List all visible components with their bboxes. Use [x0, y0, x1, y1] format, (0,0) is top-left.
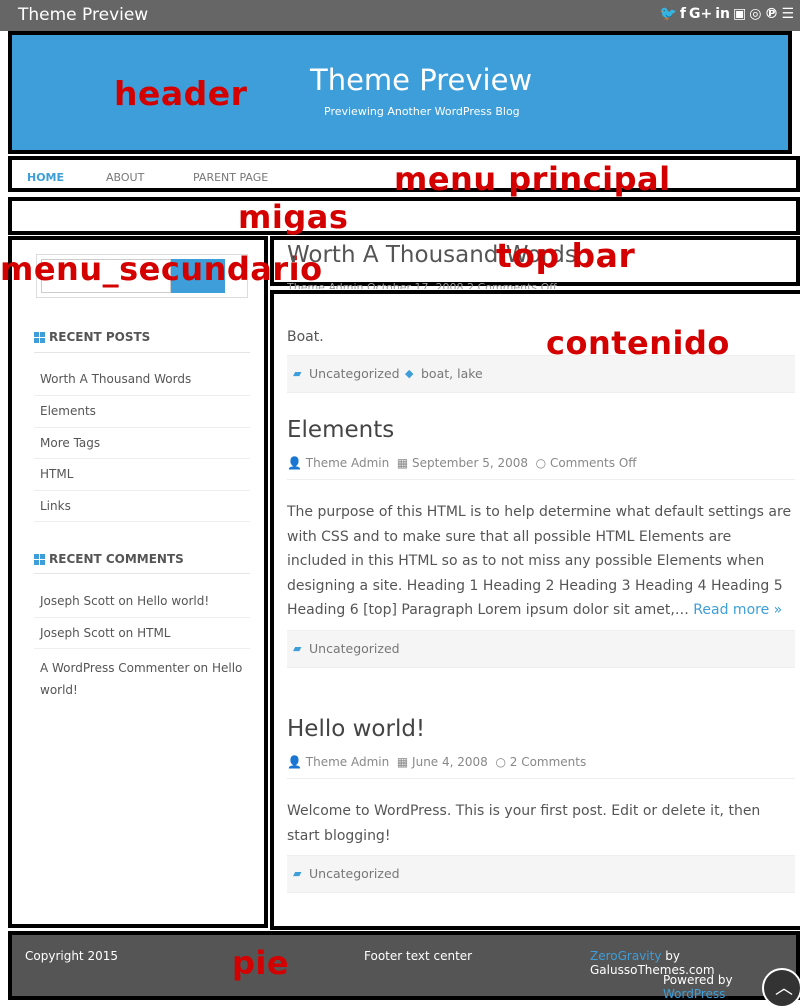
recent-post-link[interactable]: HTML — [40, 467, 73, 481]
site-description: Previewing Another WordPress Blog — [324, 105, 520, 118]
twitter-icon[interactable]: 🐦 — [659, 6, 676, 22]
post-date[interactable]: June 4, 2008 — [412, 755, 488, 769]
breadcrumb — [8, 197, 800, 235]
post-author[interactable]: Theme Admin — [306, 456, 389, 470]
menu-item-about[interactable]: ABOUT — [106, 171, 144, 184]
post-excerpt: Welcome to WordPress. This is your first… — [287, 803, 761, 844]
divider — [34, 490, 250, 491]
annotation-menu-principal: menu principal — [394, 160, 671, 198]
site-title[interactable]: Theme Preview — [310, 63, 532, 97]
divider — [34, 573, 250, 574]
youtube-icon[interactable]: ▣ — [733, 6, 746, 22]
post-author[interactable]: Theme Admin — [306, 755, 389, 769]
google-plus-icon[interactable]: G+ — [689, 6, 712, 22]
linkedin-icon[interactable]: in — [715, 6, 730, 22]
scroll-to-top-button[interactable]: ︿ — [762, 968, 800, 1008]
recent-posts-title: RECENT POSTS — [34, 330, 150, 344]
post-tags[interactable]: boat, lake — [421, 366, 483, 381]
rss-icon[interactable]: ☰ — [781, 6, 794, 22]
divider — [34, 521, 250, 522]
post-meta: 👤 Theme Admin ▦ June 4, 2008 ○ 2 Comment… — [287, 755, 586, 769]
annotation-migas: migas — [238, 198, 349, 236]
user-icon: 👤 — [287, 456, 302, 470]
post-comments: Comments Off — [549, 456, 637, 470]
recent-post-link[interactable]: Elements — [40, 404, 96, 418]
post-excerpt: The purpose of this HTML is to help dete… — [287, 504, 792, 618]
site-footer: Copyright 2015 Footer text center ZeroGr… — [8, 931, 800, 1001]
post-date[interactable]: September 5, 2008 — [412, 456, 528, 470]
theme-link[interactable]: ZeroGravity — [590, 949, 661, 963]
comment-icon: ○ — [535, 456, 547, 470]
top-bar-site-title[interactable]: Theme Preview — [18, 5, 148, 25]
menu-item-parent-page[interactable]: PARENT PAGE — [193, 171, 268, 184]
post-title[interactable]: Hello world! — [287, 716, 425, 742]
wordpress-link[interactable]: WordPress — [663, 987, 725, 1001]
calendar-icon: ▦ — [396, 755, 409, 769]
post-footer: ▰ Uncategorized — [287, 630, 795, 668]
folder-icon: ▰ — [293, 367, 302, 380]
annotation-header: header — [114, 74, 248, 113]
divider — [287, 778, 795, 779]
post-comments[interactable]: 2 Comments — [510, 755, 587, 769]
divider — [34, 458, 250, 459]
sidebar: RECENT POSTS Worth A Thousand Words Elem… — [8, 236, 268, 928]
facebook-icon[interactable]: f — [680, 6, 686, 22]
chevron-up-icon: ︿ — [775, 978, 793, 999]
post-footer: ▰ Uncategorized ◆ boat, lake — [287, 355, 795, 393]
menu-item-home[interactable]: HOME — [27, 171, 64, 184]
footer-copyright: Copyright 2015 — [25, 949, 118, 963]
divider — [34, 395, 250, 396]
admin-top-bar: Theme Preview 🐦 f G+ in ▣ ◎ ℗ ☰ — [0, 0, 800, 31]
divider — [34, 648, 250, 649]
recent-post-link[interactable]: More Tags — [40, 436, 100, 450]
divider — [34, 352, 250, 353]
grid-icon — [34, 331, 45, 343]
post-title[interactable]: Elements — [287, 417, 394, 443]
post-category[interactable]: Uncategorized — [309, 641, 400, 656]
recent-post-link[interactable]: Worth A Thousand Words — [40, 372, 191, 386]
recent-comment-link[interactable]: Joseph Scott on Hello world! — [40, 594, 209, 608]
post-meta: 👤 Theme Admin ▦ September 5, 2008 ○ Comm… — [287, 456, 637, 470]
post-footer: ▰ Uncategorized — [287, 855, 795, 893]
recent-comments-title: RECENT COMMENTS — [34, 552, 184, 566]
recent-comment-link[interactable]: A WordPress Commenter on Hello world! — [40, 657, 245, 701]
tag-icon: ◆ — [405, 367, 414, 380]
recent-comment-link[interactable]: Joseph Scott on HTML — [40, 626, 171, 640]
folder-icon: ▰ — [293, 642, 302, 655]
calendar-icon: ▦ — [396, 456, 409, 470]
folder-icon: ▰ — [293, 867, 302, 880]
annotation-top-bar: top bar — [496, 236, 636, 275]
post-category[interactable]: Uncategorized — [309, 866, 400, 881]
read-more-link[interactable]: Read more » — [693, 602, 782, 618]
grid-icon — [34, 553, 45, 565]
instagram-icon[interactable]: ◎ — [749, 6, 761, 22]
annotation-pie: pie — [232, 944, 290, 982]
post-excerpt: Boat. — [287, 329, 324, 345]
footer-center-text: Footer text center — [364, 949, 473, 963]
post-category[interactable]: Uncategorized — [309, 366, 400, 381]
comment-icon: ○ — [495, 755, 506, 769]
divider — [34, 427, 250, 428]
post-meta: Theme Admin October 17, 2008 2 Comments … — [287, 281, 557, 289]
social-icons: 🐦 f G+ in ▣ ◎ ℗ ☰ — [659, 6, 794, 22]
recent-post-link[interactable]: Links — [40, 499, 71, 513]
divider — [287, 479, 795, 480]
pinterest-icon[interactable]: ℗ — [764, 6, 778, 22]
divider — [34, 617, 250, 618]
user-icon: 👤 — [287, 755, 302, 769]
